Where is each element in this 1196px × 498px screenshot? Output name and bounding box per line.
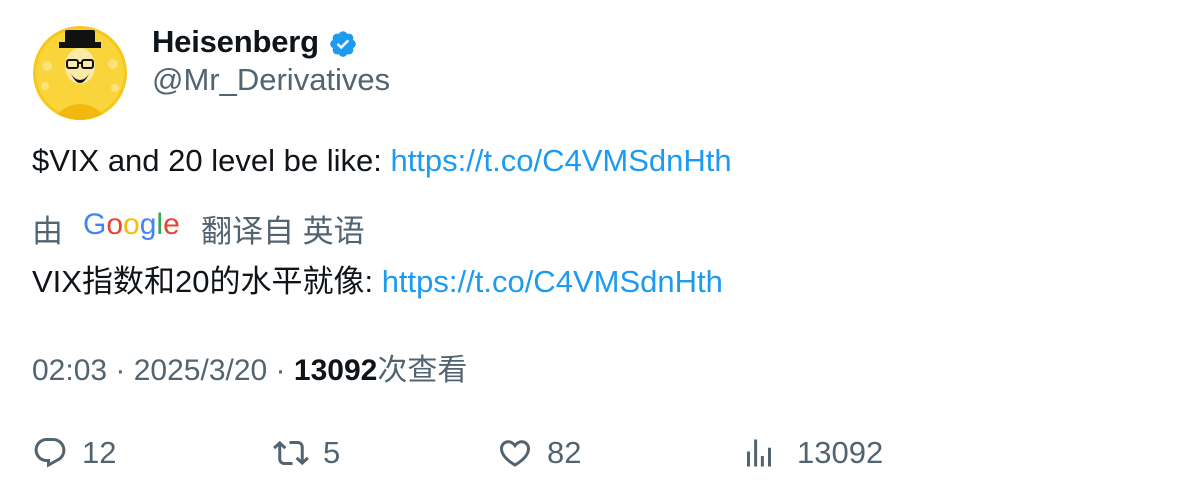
reply-button[interactable]: 12: [32, 430, 116, 476]
analytics-icon: [747, 439, 771, 467]
tweet-text-content: $VIX and 20 level be like:: [32, 143, 391, 178]
tweet-meta: 02:03 · 2025/3/20 · 13092次查看: [32, 345, 467, 389]
reply-count: 12: [82, 435, 117, 470]
like-count: 82: [547, 435, 582, 470]
tweet-link[interactable]: https://t.co/C4VMSdnHth: [390, 143, 731, 178]
translation-attribution: 由 Google 翻译自 英语: [32, 206, 365, 250]
meta-separator: ·: [267, 354, 294, 387]
views-button[interactable]: 13092: [741, 430, 883, 476]
views-label: 次查看: [377, 354, 468, 387]
tweet-date[interactable]: 2025/3/20: [134, 354, 267, 387]
google-logo-icon: Google: [83, 208, 180, 241]
like-button[interactable]: 82: [497, 430, 581, 476]
translated-link[interactable]: https://t.co/C4VMSdnHth: [382, 264, 723, 299]
translated-text: VIX指数和20的水平就像: https://t.co/C4VMSdnHth: [32, 256, 723, 301]
user-handle[interactable]: @Mr_Derivatives: [152, 62, 390, 98]
tweet-text: $VIX and 20 level be like: https://t.co/…: [32, 143, 732, 179]
translated-from-label[interactable]: 翻译自 英语: [201, 206, 365, 251]
author-block: Heisenberg @Mr_Derivatives: [152, 22, 390, 98]
avatar-image: [33, 26, 127, 120]
tweet-card: Heisenberg @Mr_Derivatives $VIX and 20 l…: [0, 0, 1196, 498]
views-action-count: 13092: [797, 435, 884, 470]
avatar[interactable]: [33, 26, 127, 120]
retweet-button[interactable]: 5: [273, 430, 340, 476]
display-name[interactable]: Heisenberg: [152, 24, 319, 60]
google-logo: Google: [83, 207, 181, 249]
verified-badge-icon[interactable]: [328, 29, 358, 59]
retweet-count: 5: [323, 435, 341, 470]
views-count: 13092: [293, 354, 378, 387]
translated-text-content: VIX指数和20的水平就像:: [32, 264, 382, 299]
action-bar: 12 5 82 13092: [0, 430, 1196, 476]
translated-by-label: 由: [32, 213, 63, 249]
tweet-time[interactable]: 02:03: [32, 354, 107, 387]
heart-icon: [499, 440, 531, 467]
google-logo-text: Google: [83, 208, 180, 241]
reply-icon: [34, 438, 66, 468]
meta-separator: ·: [107, 354, 134, 387]
retweet-icon: [273, 440, 309, 466]
